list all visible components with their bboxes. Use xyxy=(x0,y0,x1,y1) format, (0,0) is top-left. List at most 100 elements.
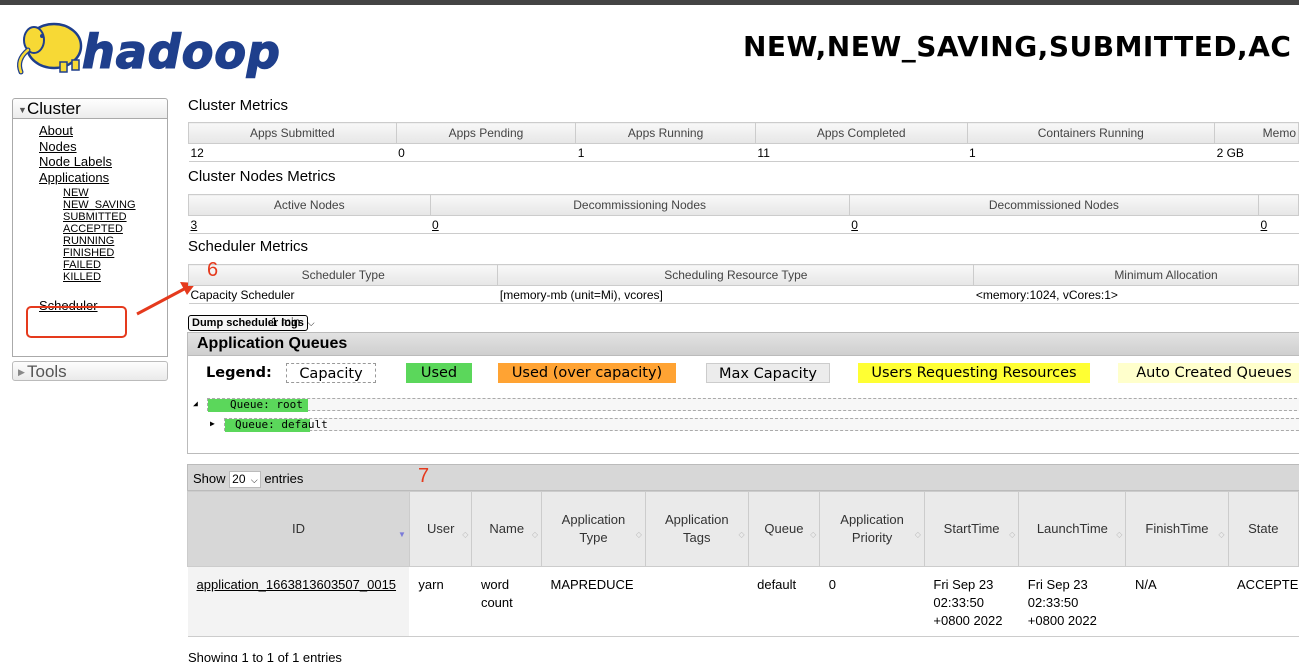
legend-users-requesting: Users Requesting Resources xyxy=(858,363,1090,383)
application-id-link[interactable]: application_1663813603507_0015 xyxy=(197,577,397,592)
nodes-metrics-title: Cluster Nodes Metrics xyxy=(188,168,336,185)
table-controls: Show 20 ⌵ entries xyxy=(187,464,1299,491)
link-decommissioning-nodes[interactable]: 0 xyxy=(432,218,439,232)
legend-capacity: Capacity xyxy=(286,363,376,383)
expanded-triangle-icon: ◢ xyxy=(193,399,198,408)
col-state[interactable]: State xyxy=(1227,491,1299,567)
header-memory[interactable]: Memo xyxy=(1214,122,1299,144)
col-user-label: User xyxy=(426,521,455,536)
col-launch-time[interactable]: LaunchTime ◇ xyxy=(1018,491,1127,567)
scheduler-metrics-title: Scheduler Metrics xyxy=(188,238,309,255)
cell-priority: 0 xyxy=(819,566,925,637)
value-apps-submitted: 12 xyxy=(188,143,397,162)
col-application-type-label: Application Type xyxy=(561,512,626,545)
table-info: Showing 1 to 1 of 1 entries xyxy=(188,650,342,662)
dump-interval-select[interactable]: 1 min ⌵ xyxy=(271,315,315,329)
legend-auto-created: Auto Created Queues xyxy=(1118,363,1299,383)
value-minimum-allocation: <memory:1024, vCores:1> xyxy=(973,285,1299,304)
sort-icon: ◇ xyxy=(1116,530,1123,539)
table-row: application_1663813603507_0015 yarn word… xyxy=(187,566,1299,637)
collapsed-triangle-icon: ▶ xyxy=(210,419,215,428)
cell-finish-time: N/A xyxy=(1125,566,1229,637)
col-queue-label: Queue xyxy=(764,521,804,536)
col-application-type[interactable]: Application Type ◇ xyxy=(541,491,646,567)
cell-name: word count xyxy=(471,566,542,637)
col-finish-time[interactable]: FinishTime ◇ xyxy=(1125,491,1229,567)
sort-icon: ◇ xyxy=(738,530,745,539)
col-application-tags-label: Application Tags xyxy=(664,512,729,545)
header-decommissioned-nodes[interactable]: Decommissioned Nodes xyxy=(848,194,1260,216)
sort-icon: ◇ xyxy=(1009,530,1016,539)
header-apps-completed[interactable]: Apps Completed xyxy=(754,122,968,144)
value-memory: 2 GB xyxy=(1214,143,1299,162)
scheduler-metrics-table: Scheduler Type Scheduling Resource Type … xyxy=(187,264,1299,304)
cluster-metrics-table: Apps Submitted Apps Pending Apps Running… xyxy=(188,122,1299,162)
col-finish-time-label: FinishTime xyxy=(1145,521,1209,536)
sort-icon: ◇ xyxy=(914,530,921,539)
legend-max-capacity: Max Capacity xyxy=(706,363,830,383)
header-containers-running[interactable]: Containers Running xyxy=(966,122,1216,144)
header-apps-submitted[interactable]: Apps Submitted xyxy=(188,122,397,144)
sort-asc-icon: ▼ xyxy=(397,530,406,539)
header-minimum-allocation[interactable]: Minimum Allocation xyxy=(973,264,1299,286)
col-start-time-label: StartTime xyxy=(943,521,1000,536)
link-next-metric[interactable]: 0 xyxy=(1261,218,1268,232)
col-launch-time-label: LaunchTime xyxy=(1036,521,1108,536)
chevron-down-icon: ⌵ xyxy=(307,318,315,328)
col-state-label: State xyxy=(1248,521,1279,536)
col-name-label: Name xyxy=(489,521,525,536)
col-user[interactable]: User ◇ xyxy=(408,491,473,567)
header-next-metric[interactable] xyxy=(1258,194,1299,216)
nodes-metrics-table: Active Nodes Decommissioning Nodes Decom… xyxy=(188,194,1299,234)
cell-queue: default xyxy=(748,566,820,637)
cell-start-time: Fri Sep 23 02:33:50 +0800 2022 xyxy=(924,566,1019,637)
applications-table: ID ▼ User ◇ Name ◇ Application Type ◇ Applic… xyxy=(187,491,1299,637)
col-id-label: ID xyxy=(291,521,305,536)
sort-icon: ◇ xyxy=(531,530,538,539)
cell-state: ACCEPTE xyxy=(1228,566,1299,637)
sort-icon: ◇ xyxy=(635,530,642,539)
col-name[interactable]: Name ◇ xyxy=(471,491,542,567)
entries-label: entries xyxy=(264,471,304,486)
annotation-number-seven: 7 xyxy=(418,465,430,487)
link-decommissioned-nodes[interactable]: 0 xyxy=(851,218,858,232)
sort-icon: ◇ xyxy=(1218,530,1225,539)
value-scheduling-resource-type: [memory-mb (unit=Mi), vcores] xyxy=(497,285,974,304)
value-scheduler-type: Capacity Scheduler xyxy=(188,285,498,304)
header-scheduling-resource-type[interactable]: Scheduling Resource Type xyxy=(497,264,975,286)
application-queues-panel: Application Queues Legend: Capacity Used… xyxy=(187,332,1299,454)
header-apps-pending[interactable]: Apps Pending xyxy=(395,122,577,144)
link-active-nodes[interactable]: 3 xyxy=(191,218,198,232)
sort-icon: ◇ xyxy=(810,530,817,539)
cell-user: yarn xyxy=(409,566,472,637)
header-decommissioning-nodes[interactable]: Decommissioning Nodes xyxy=(429,194,850,216)
value-apps-running: 1 xyxy=(575,143,756,162)
col-application-tags[interactable]: Application Tags ◇ xyxy=(644,491,749,567)
cell-type: MAPREDUCE xyxy=(541,566,646,637)
value-apps-pending: 0 xyxy=(396,143,576,162)
legend-used-over-capacity: Used (over capacity) xyxy=(498,363,676,383)
header-apps-running[interactable]: Apps Running xyxy=(575,122,756,144)
queue-default-bar: Queue: default xyxy=(224,418,1299,432)
sort-icon: ◇ xyxy=(462,530,469,539)
entries-count: 20 xyxy=(232,472,246,486)
show-label: Show xyxy=(193,471,226,486)
col-application-priority[interactable]: Application Priority ◇ xyxy=(819,491,925,567)
cell-launch-time: Fri Sep 23 02:33:50 +0800 2022 xyxy=(1018,566,1126,637)
chevron-down-icon: ⌵ xyxy=(250,475,258,485)
entries-select[interactable]: 20 ⌵ xyxy=(229,471,261,488)
cell-tags xyxy=(645,566,749,637)
queue-root-label: Queue: root xyxy=(230,398,303,411)
header-scheduler-type[interactable]: Scheduler Type xyxy=(187,264,499,286)
legend-title: Legend: xyxy=(206,365,272,381)
application-queues-title[interactable]: Application Queues xyxy=(188,333,1299,356)
annotation-number-six: 6 xyxy=(207,259,219,281)
col-queue[interactable]: Queue ◇ xyxy=(747,491,821,567)
header-active-nodes[interactable]: Active Nodes xyxy=(188,194,431,216)
queue-root-bar: Queue: root xyxy=(207,398,1299,412)
legend-used: Used xyxy=(406,363,472,383)
dump-interval-value: 1 min xyxy=(271,315,301,329)
col-start-time[interactable]: StartTime ◇ xyxy=(923,491,1020,567)
col-id[interactable]: ID ▼ xyxy=(187,491,410,567)
cluster-metrics-title: Cluster Metrics xyxy=(188,97,289,114)
